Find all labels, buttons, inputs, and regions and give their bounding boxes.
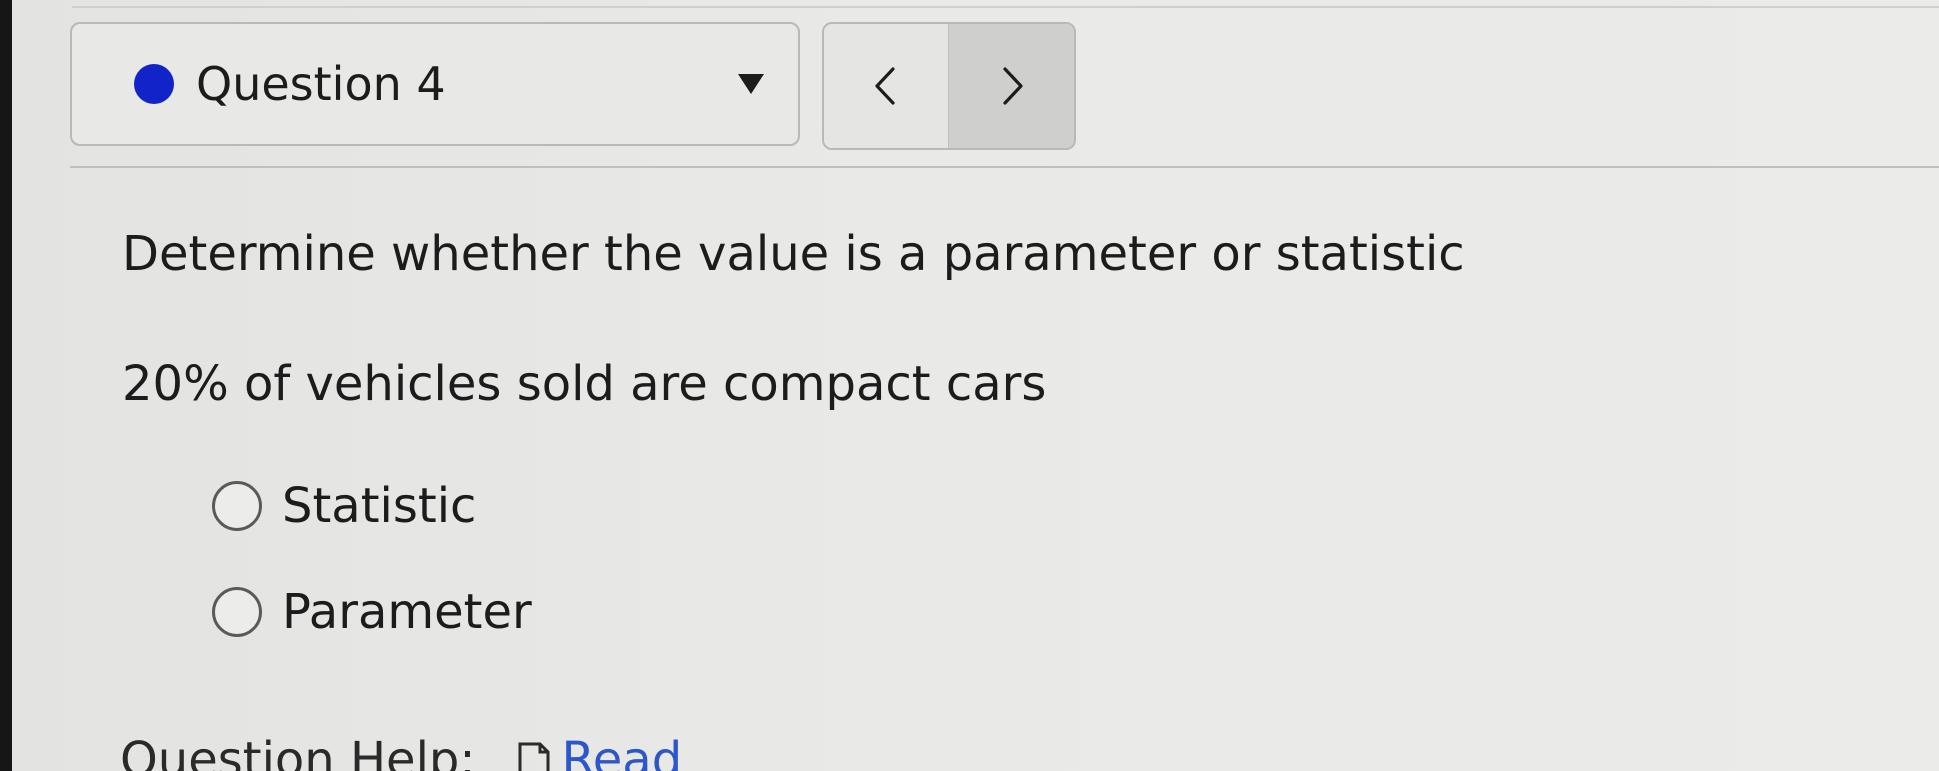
screen-bezel: [0, 0, 12, 771]
previous-question-button[interactable]: [824, 24, 949, 148]
radio-parameter[interactable]: [212, 587, 262, 637]
header-divider: [70, 166, 1939, 168]
option-statistic[interactable]: Statistic: [212, 478, 476, 534]
question-status-dot: [134, 64, 174, 104]
option-label: Statistic: [282, 478, 477, 534]
question-selector-label: Question 4: [196, 57, 446, 111]
top-divider: [72, 6, 1939, 8]
read-link[interactable]: Read: [562, 736, 683, 771]
chevron-down-icon[interactable]: [738, 74, 764, 94]
chevron-right-icon: [1002, 67, 1023, 105]
question-selector[interactable]: Question 4: [70, 22, 800, 146]
question-stem: 20% of vehicles sold are compact cars: [122, 356, 1047, 412]
next-question-button[interactable]: [949, 24, 1074, 148]
question-nav: [822, 22, 1076, 150]
chevron-left-icon: [875, 67, 895, 105]
screen: Question 4 Determine whether the value i…: [12, 0, 1939, 771]
question-prompt: Determine whether the value is a paramet…: [122, 226, 1465, 282]
question-help-label: Question Help:: [120, 732, 476, 771]
option-parameter[interactable]: Parameter: [212, 584, 532, 640]
document-icon: [518, 742, 550, 771]
question-help: Question Help: Read: [120, 736, 682, 771]
option-label: Parameter: [282, 584, 532, 640]
radio-statistic[interactable]: [212, 481, 262, 531]
